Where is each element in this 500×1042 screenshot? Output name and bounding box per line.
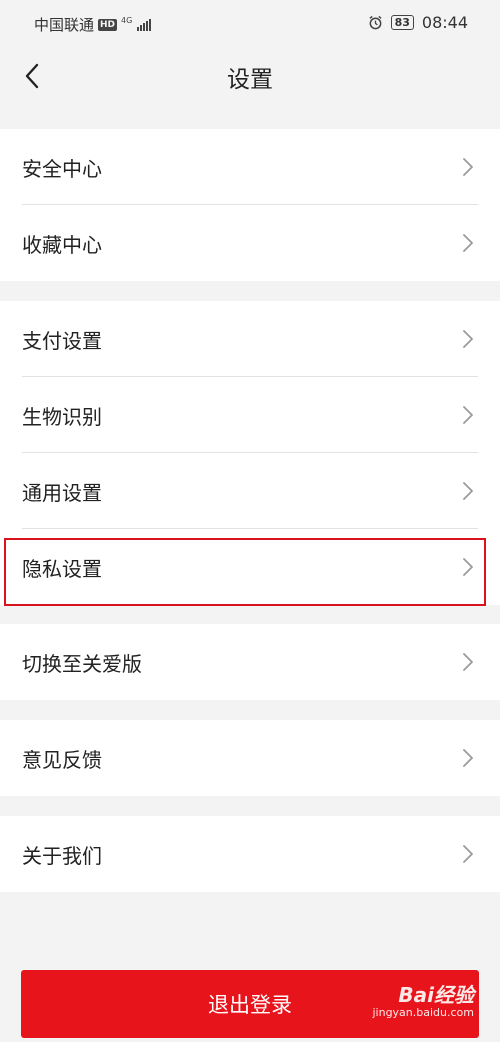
status-time: 08:44 <box>421 13 468 32</box>
carrier-name: 中国联通 <box>34 16 95 34</box>
alarm-clock-icon <box>368 15 382 30</box>
battery-indicator: 83 <box>390 15 414 30</box>
menu-item-payment-settings[interactable]: 支付设置 <box>0 301 500 377</box>
chevron-right-icon <box>463 234 473 252</box>
menu-item-about-us[interactable]: 关于我们 <box>0 816 500 892</box>
menu-item-label: 隐私设置 <box>22 556 102 581</box>
status-bar: 中国联通 HD 4G 83 08:44 <box>0 0 500 48</box>
chevron-right-icon <box>463 406 473 424</box>
menu-item-label: 收藏中心 <box>22 232 102 257</box>
chevron-right-icon <box>463 558 473 576</box>
settings-group-4: 意见反馈 <box>0 720 500 796</box>
menu-item-label: 生物识别 <box>22 404 102 429</box>
nav-bar: 设置 <box>0 48 500 104</box>
settings-group-5: 关于我们 <box>0 816 500 892</box>
network-type: 4G <box>121 15 133 25</box>
hd-badge: HD <box>98 18 118 31</box>
chevron-right-icon <box>463 653 473 671</box>
settings-group-2: 支付设置 生物识别 通用设置 隐私设置 <box>0 301 500 605</box>
menu-item-label: 支付设置 <box>22 328 102 353</box>
menu-item-biometrics[interactable]: 生物识别 <box>0 377 500 453</box>
chevron-right-icon <box>463 158 473 176</box>
menu-item-label: 切换至关爱版 <box>22 651 142 676</box>
menu-item-favorites-center[interactable]: 收藏中心 <box>0 205 500 281</box>
menu-item-security-center[interactable]: 安全中心 <box>0 129 500 205</box>
status-left: 中国联通 HD 4G <box>34 14 152 35</box>
chevron-right-icon <box>463 845 473 863</box>
settings-group-3: 切换至关爱版 <box>0 624 500 700</box>
menu-item-label: 安全中心 <box>22 156 102 181</box>
settings-group-1: 安全中心 收藏中心 <box>0 129 500 281</box>
signal-bars-icon <box>137 18 152 31</box>
menu-item-feedback[interactable]: 意见反馈 <box>0 720 500 796</box>
page-title: 设置 <box>227 67 273 93</box>
chevron-right-icon <box>463 482 473 500</box>
chevron-right-icon <box>463 330 473 348</box>
menu-item-label: 关于我们 <box>22 843 102 868</box>
menu-item-label: 意见反馈 <box>22 747 102 772</box>
menu-item-general-settings[interactable]: 通用设置 <box>0 453 500 529</box>
menu-item-switch-care-mode[interactable]: 切换至关爱版 <box>0 624 500 700</box>
logout-button[interactable]: 退出登录 <box>21 970 479 1038</box>
chevron-right-icon <box>463 749 473 767</box>
menu-item-privacy-settings[interactable]: 隐私设置 <box>0 529 500 605</box>
status-right: 83 08:44 <box>368 13 468 32</box>
menu-item-label: 通用设置 <box>22 480 102 505</box>
